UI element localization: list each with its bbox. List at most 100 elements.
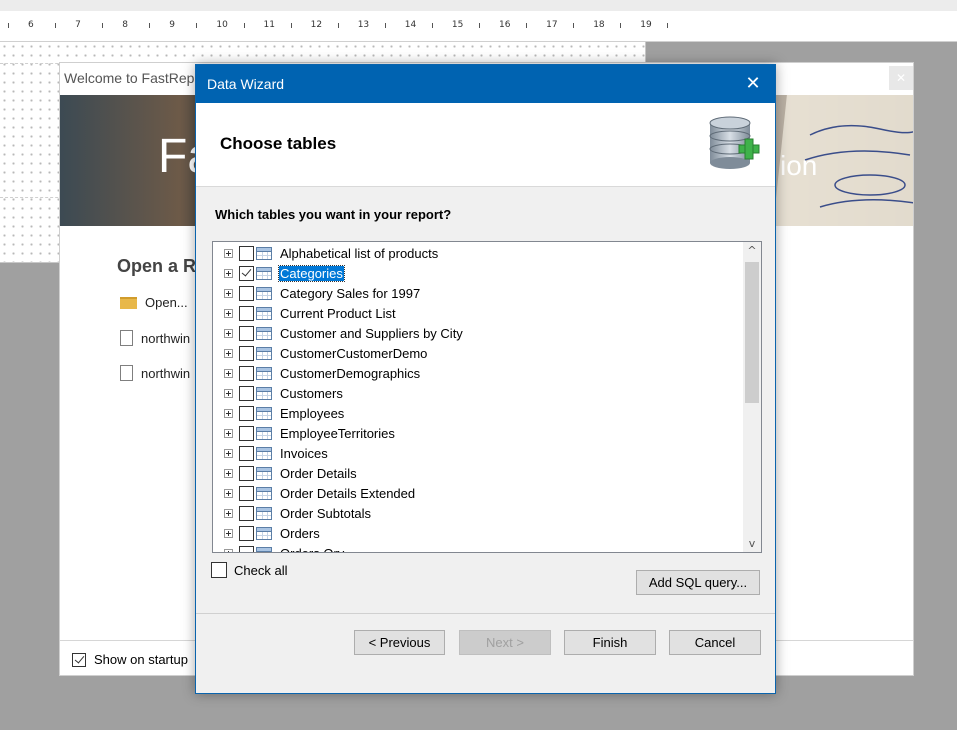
ruler-number: 9 (169, 20, 176, 30)
checkbox-icon[interactable] (239, 365, 254, 381)
scroll-up-icon[interactable]: ^ (743, 242, 761, 259)
table-list-item[interactable]: Order Subtotals (213, 503, 372, 523)
tables-question: Which tables you want in your report? (215, 207, 452, 222)
tables-tree-list[interactable]: Alphabetical list of products Categories C… (212, 241, 762, 553)
ruler-number: 12 (310, 20, 323, 30)
expand-icon[interactable] (224, 468, 233, 478)
table-icon (256, 466, 272, 480)
table-name: CustomerDemographics (280, 365, 421, 381)
expand-icon[interactable] (224, 508, 233, 518)
table-name: CustomerCustomerDemo (280, 345, 428, 361)
expand-icon[interactable] (224, 248, 233, 258)
table-list-item[interactable]: Category Sales for 1997 (213, 283, 421, 303)
table-list-item[interactable]: Customers (213, 383, 344, 403)
close-icon[interactable]: ✕ (737, 69, 769, 99)
ruler-tick (620, 23, 622, 28)
ruler-number: 6 (28, 20, 34, 30)
checkbox-icon[interactable] (239, 405, 254, 421)
table-icon (256, 266, 272, 280)
footer-separator (196, 613, 775, 614)
expand-icon[interactable] (224, 548, 233, 552)
table-icon (256, 286, 272, 300)
ruler-number: 13 (357, 20, 370, 30)
ruler-tick (431, 23, 433, 28)
expand-icon[interactable] (224, 388, 233, 398)
checkbox-icon[interactable] (239, 505, 254, 521)
table-icon (256, 506, 272, 520)
checkbox-icon[interactable] (239, 325, 254, 341)
scroll-thumb[interactable] (745, 262, 759, 403)
expand-icon[interactable] (224, 448, 233, 458)
expand-icon[interactable] (224, 528, 233, 538)
checkbox-icon[interactable] (239, 545, 254, 552)
table-list-item[interactable]: Orders Qry (213, 543, 345, 552)
table-list-item[interactable]: Order Details (213, 463, 358, 483)
table-icon (256, 246, 272, 260)
checkbox-icon[interactable] (239, 425, 254, 441)
checkbox-checked-icon[interactable] (72, 652, 86, 667)
cancel-button[interactable]: Cancel (669, 630, 761, 655)
table-list-item[interactable]: Invoices (213, 443, 329, 463)
recent-file-link[interactable]: northwin (120, 330, 190, 346)
close-icon[interactable]: ✕ (889, 66, 913, 90)
ruler-number: 8 (122, 20, 128, 30)
table-list-item[interactable]: Customer and Suppliers by City (213, 323, 464, 343)
table-list-item[interactable]: EmployeeTerritories (213, 423, 396, 443)
table-name: Alphabetical list of products (280, 245, 439, 261)
add-sql-query-button[interactable]: Add SQL query... (636, 570, 760, 595)
table-name: Order Details (280, 465, 357, 481)
check-all-checkbox[interactable]: Check all (211, 562, 287, 578)
ruler-number: 16 (499, 20, 511, 30)
open-file-link[interactable]: Open... (120, 295, 188, 310)
previous-button[interactable]: < Previous (354, 630, 445, 655)
expand-icon[interactable] (224, 268, 233, 278)
checkbox-icon[interactable] (239, 305, 254, 321)
show-on-startup-checkbox[interactable]: Show on startup (72, 652, 188, 667)
checkbox-icon[interactable] (239, 285, 254, 301)
expand-icon[interactable] (224, 368, 233, 378)
expand-icon[interactable] (224, 328, 233, 338)
expand-icon[interactable] (224, 408, 233, 418)
expand-icon[interactable] (224, 288, 233, 298)
ruler-tick (573, 23, 575, 28)
checkbox-icon[interactable] (211, 562, 227, 578)
checkbox-icon[interactable] (239, 345, 254, 361)
table-list-item[interactable]: Order Details Extended (213, 483, 416, 503)
dialog-titlebar[interactable]: Data Wizard ✕ (196, 65, 775, 103)
checkbox-icon[interactable] (239, 385, 254, 401)
ruler-tick (55, 23, 57, 28)
recent-label: Open... (145, 295, 188, 310)
table-icon (256, 386, 272, 400)
table-list-item[interactable]: Alphabetical list of products (213, 243, 439, 263)
expand-icon[interactable] (224, 348, 233, 358)
recent-file-link[interactable]: northwin (120, 365, 190, 381)
banner-title-right: ion (780, 150, 818, 181)
table-list-item[interactable]: Orders (213, 523, 321, 543)
vertical-scrollbar[interactable]: ^ v (743, 242, 761, 552)
ruler-tick (8, 23, 9, 28)
table-name: Invoices (280, 445, 328, 461)
finish-button[interactable]: Finish (564, 630, 656, 655)
expand-icon[interactable] (224, 488, 233, 498)
table-list-item[interactable]: Current Product List (213, 303, 397, 323)
checkbox-icon[interactable] (239, 465, 254, 481)
expand-icon[interactable] (224, 308, 233, 318)
table-name: Categories (278, 264, 345, 282)
table-list-item[interactable]: CustomerCustomerDemo (213, 343, 428, 363)
table-list-item[interactable]: Employees (213, 403, 345, 423)
next-button[interactable]: Next > (459, 630, 551, 655)
table-list-item[interactable]: CustomerDemographics (213, 363, 421, 383)
table-list-item[interactable]: Categories (213, 263, 345, 283)
folder-icon (120, 296, 137, 309)
database-add-icon (709, 116, 760, 169)
checkbox-icon[interactable] (239, 525, 254, 541)
checkbox-icon[interactable] (239, 485, 254, 501)
checkbox-checked-icon[interactable] (239, 265, 254, 281)
checkbox-icon[interactable] (239, 445, 254, 461)
ruler-tick (290, 23, 292, 28)
toolbar-strip (0, 0, 957, 11)
scroll-down-icon[interactable]: v (743, 535, 761, 552)
ruler-number: 10 (216, 20, 228, 30)
checkbox-icon[interactable] (239, 245, 254, 261)
expand-icon[interactable] (224, 428, 233, 438)
